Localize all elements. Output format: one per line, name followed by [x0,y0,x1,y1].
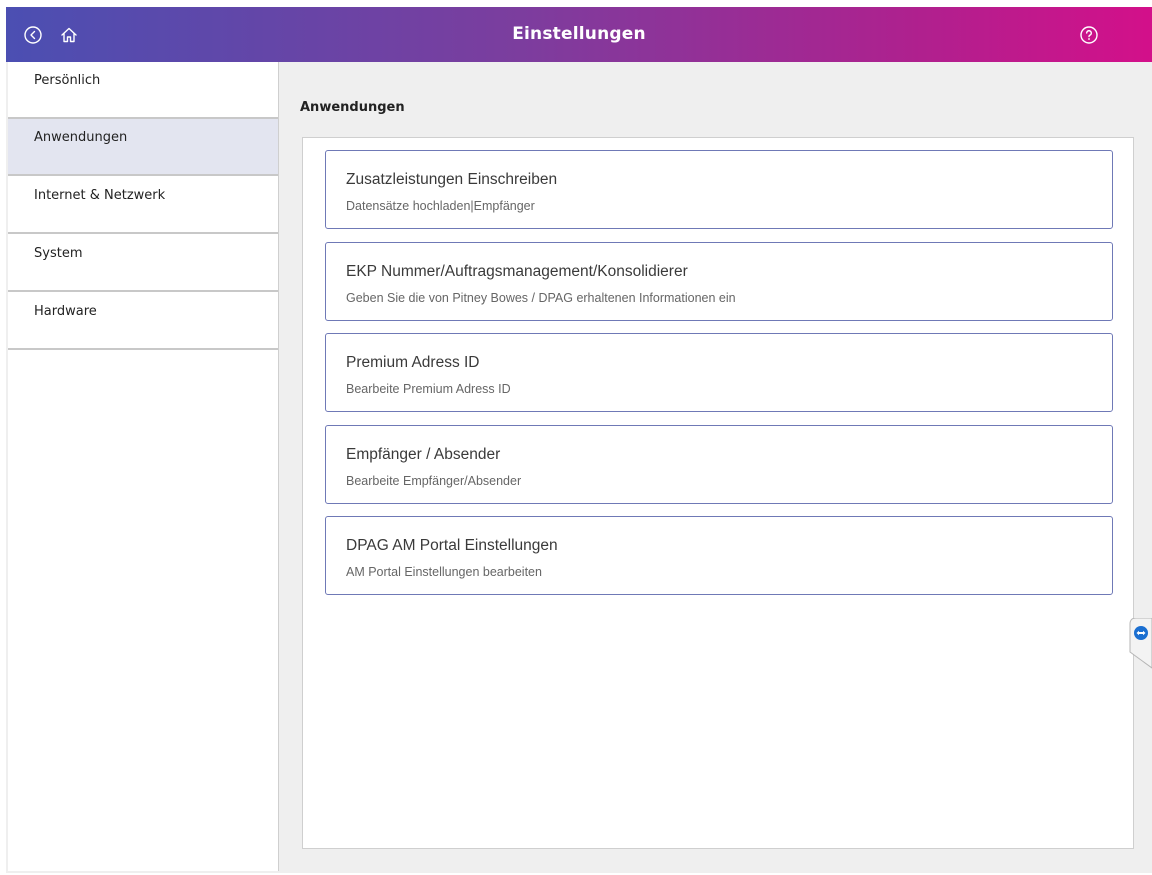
help-circle-icon [1080,26,1098,44]
sidebar-item-label: Hardware [34,304,97,319]
header-bar: Einstellungen [6,7,1152,62]
card-dpag-am-portal[interactable]: DPAG AM Portal Einstellungen AM Portal E… [325,516,1113,595]
card-empfaenger-absender[interactable]: Empfänger / Absender Bearbeite Empfänger… [325,425,1113,504]
card-subtitle: Bearbeite Premium Adress ID [346,382,511,396]
card-title: DPAG AM Portal Einstellungen [346,537,558,554]
page-title: Einstellungen [512,24,646,44]
sidebar-item-label: Internet & Netzwerk [34,188,166,203]
card-subtitle: AM Portal Einstellungen bearbeiten [346,565,542,579]
sidebar-item-label: System [34,246,83,261]
card-subtitle: Datensätze hochladen|Empfänger [346,199,535,213]
settings-panel: Zusatzleistungen Einschreiben Datensätze… [302,137,1134,849]
teamviewer-icon [1129,617,1152,669]
content-area: Persönlich Anwendungen Internet & Netzwe… [6,62,1152,873]
section-title: Anwendungen [300,100,405,115]
sidebar-item-internet-netzwerk[interactable]: Internet & Netzwerk [8,177,278,234]
app-window: Einstellungen Persönlich Anwendungen Int… [6,7,1152,873]
card-title: EKP Nummer/Auftragsmanagement/Konsolidie… [346,263,688,280]
card-ekp-nummer[interactable]: EKP Nummer/Auftragsmanagement/Konsolidie… [325,242,1113,321]
sidebar-item-label: Anwendungen [34,130,128,145]
sidebar-item-label: Persönlich [34,73,101,88]
card-title: Premium Adress ID [346,354,480,371]
card-subtitle: Geben Sie die von Pitney Bowes / DPAG er… [346,291,736,305]
sidebar-item-persoenlich[interactable]: Persönlich [8,62,278,119]
card-title: Empfänger / Absender [346,446,501,463]
sidebar-item-anwendungen[interactable]: Anwendungen [8,119,278,176]
teamviewer-tab[interactable] [1126,617,1152,670]
help-button[interactable] [1078,24,1100,46]
main-panel: Anwendungen Zusatzleistungen Einschreibe… [279,62,1152,873]
card-zusatzleistungen[interactable]: Zusatzleistungen Einschreiben Datensätze… [325,150,1113,229]
card-premium-adress-id[interactable]: Premium Adress ID Bearbeite Premium Adre… [325,333,1113,412]
card-title: Zusatzleistungen Einschreiben [346,171,558,188]
sidebar: Persönlich Anwendungen Internet & Netzwe… [8,62,279,871]
card-subtitle: Bearbeite Empfänger/Absender [346,474,522,488]
sidebar-item-hardware[interactable]: Hardware [8,293,278,350]
sidebar-item-system[interactable]: System [8,235,278,292]
